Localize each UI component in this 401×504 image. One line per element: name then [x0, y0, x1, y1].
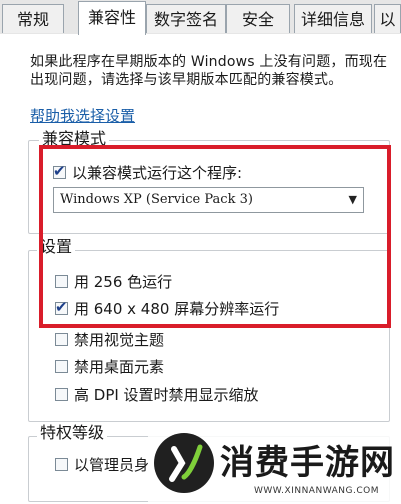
- setting-item-disable-desktop-composition[interactable]: 禁用桌面元素: [55, 355, 164, 377]
- compat-mode-legend: 兼容模式: [39, 129, 110, 149]
- tab-digital-signatures[interactable]: 数字签名: [146, 4, 226, 33]
- run-as-admin-checkbox[interactable]: [55, 457, 68, 471]
- disable-dpi-scaling-checkbox[interactable]: [55, 387, 68, 401]
- os-version-dropdown[interactable]: Windows XP (Service Pack 3) ▼: [53, 187, 364, 213]
- tab-details[interactable]: 详细信息: [294, 4, 372, 33]
- settings-legend: 设置: [37, 237, 76, 257]
- run-as-admin-row[interactable]: 以管理员身: [55, 453, 149, 475]
- privilege-legend: 特权等级: [37, 423, 108, 443]
- watermark-logo-icon: [154, 433, 214, 493]
- 256-colors-label: 用 256 色运行: [74, 272, 173, 291]
- checkmark-icon: ✔: [53, 161, 66, 180]
- help-me-choose-link[interactable]: 帮助我选择设置: [30, 105, 135, 126]
- watermark-url: WWW.XINNANWANG.COM: [254, 486, 379, 496]
- intro-text: 如果此程序在早期版本的 Windows 上没有问题，而现在出现问题，请选择与该早…: [30, 54, 388, 88]
- tab-bar: 常规 兼容性 数字签名 安全 详细信息 以: [0, 0, 401, 35]
- tab-previous-versions[interactable]: 以: [374, 4, 401, 33]
- 640x480-checkbox[interactable]: ✔: [55, 298, 68, 316]
- disable-visual-themes-checkbox[interactable]: [55, 332, 68, 346]
- disable-dpi-scaling-label: 高 DPI 设置时禁用显示缩放: [74, 385, 259, 404]
- run-as-admin-label: 以管理员身: [74, 455, 150, 474]
- disable-desktop-composition-label: 禁用桌面元素: [74, 357, 165, 376]
- watermark-title: 消费手游网: [220, 443, 395, 483]
- 256-colors-checkbox[interactable]: [55, 274, 68, 288]
- tab-compatibility[interactable]: 兼容性: [78, 1, 146, 35]
- disable-visual-themes-label: 禁用视觉主题: [74, 330, 165, 349]
- dropdown-arrow-icon[interactable]: ▼: [349, 188, 357, 212]
- run-compat-mode-row[interactable]: ✔ 以兼容模式运行这个程序:: [53, 161, 242, 183]
- tab-general[interactable]: 常规: [2, 4, 64, 33]
- run-compat-mode-label: 以兼容模式运行这个程序:: [72, 163, 243, 182]
- checkmark-icon: ✔: [55, 297, 68, 316]
- setting-item-disable-visual-themes[interactable]: 禁用视觉主题: [55, 328, 164, 350]
- watermark-logo-glyph: [169, 444, 203, 482]
- disable-desktop-composition-checkbox[interactable]: [55, 359, 68, 373]
- tab-security[interactable]: 安全: [226, 4, 290, 33]
- setting-item-disable-dpi-scaling[interactable]: 高 DPI 设置时禁用显示缩放: [55, 383, 259, 405]
- watermark: 消费手游网 WWW.XINNANWANG.COM: [148, 427, 401, 504]
- 640x480-label: 用 640 x 480 屏幕分辨率运行: [74, 299, 280, 318]
- run-compat-mode-checkbox[interactable]: ✔: [53, 162, 66, 180]
- os-version-selected: Windows XP (Service Pack 3): [60, 192, 253, 207]
- setting-item-256-colors[interactable]: 用 256 色运行: [55, 270, 172, 292]
- setting-item-640x480[interactable]: ✔ 用 640 x 480 屏幕分辨率运行: [55, 297, 279, 319]
